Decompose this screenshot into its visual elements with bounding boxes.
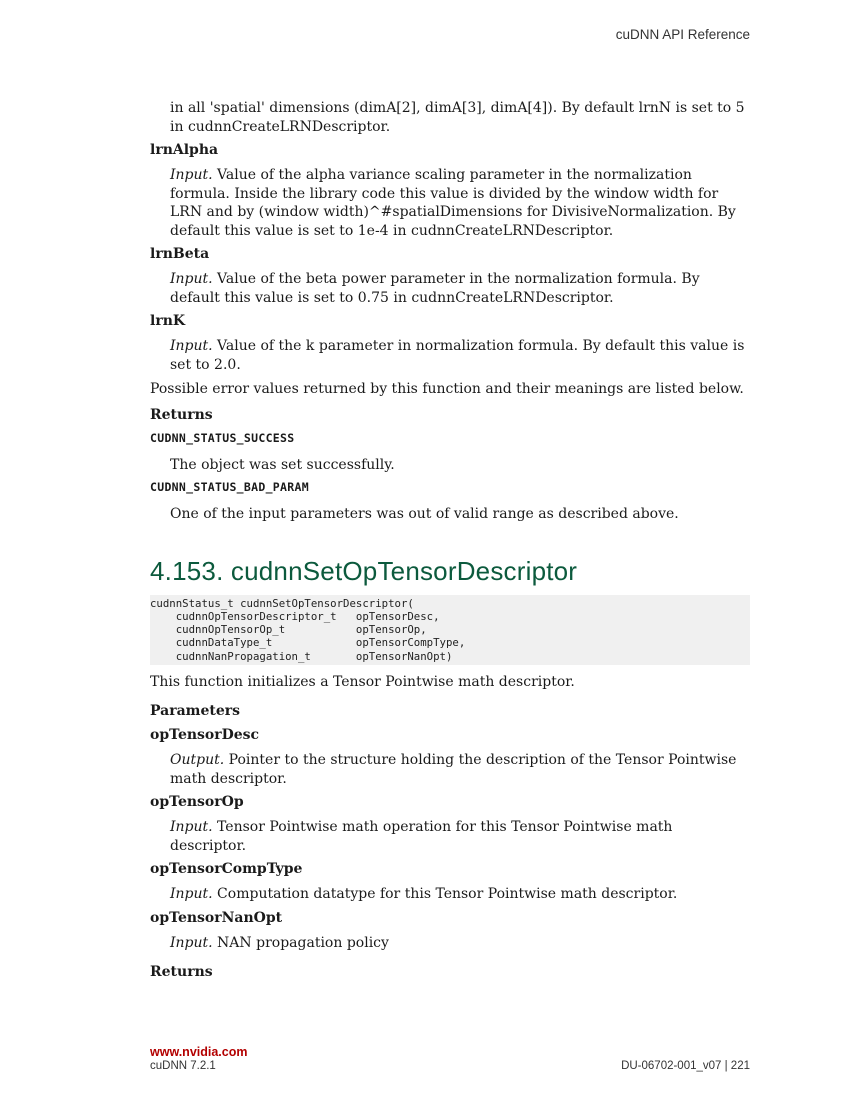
param-kind: Input. — [170, 886, 213, 903]
param-desc-opTensorOp: Input. Tensor Pointwise math operation f… — [150, 818, 750, 855]
param-kind: Input. — [170, 271, 213, 287]
parameters-label: Parameters — [150, 703, 241, 720]
returns-label: Returns — [150, 406, 213, 423]
return-desc-bad-param: One of the input parameters was out of v… — [170, 506, 679, 522]
error-values-intro: Possible error values returned by this f… — [150, 381, 744, 397]
returns-label-section: Returns — [150, 964, 213, 981]
param-desc-lrnBeta: Input. Value of the beta power parameter… — [150, 270, 750, 307]
param-desc-text: Pointer to the structure holding the des… — [170, 752, 737, 787]
section-heading: 4.153. cudnnSetOpTensorDescriptor — [150, 555, 578, 586]
param-desc-text: Value of the beta power parameter in the… — [170, 271, 700, 306]
param-desc-text: NAN propagation policy — [212, 934, 389, 951]
param-desc-lrnK: Input. Value of the k parameter in norma… — [150, 337, 750, 374]
param-name-lrnBeta: lrnBeta — [150, 246, 210, 262]
return-code-success: CUDNN_STATUS_SUCCESS — [150, 430, 295, 445]
lrnN-description-continuation: in all 'spatial' dimensions (dimA[2], di… — [170, 100, 745, 135]
param-kind: Input. — [170, 819, 213, 836]
param-kind: Output. — [170, 752, 225, 769]
footer-version: cuDNN 7.2.1 — [150, 1060, 216, 1072]
param-name-opTensorDesc: opTensorDesc — [150, 727, 260, 744]
param-name-opTensorCompType: opTensorCompType — [150, 861, 303, 878]
param-name-lrnAlpha: lrnAlpha — [150, 142, 219, 158]
param-desc-text: Value of the k parameter in normalizatio… — [170, 338, 745, 373]
return-code-bad-param: CUDNN_STATUS_BAD_PARAM — [150, 480, 309, 494]
param-desc-text: Computation datatype for this Tensor Poi… — [212, 886, 678, 903]
param-desc-lrnAlpha: Input. Value of the alpha variance scali… — [150, 166, 750, 240]
param-desc-opTensorCompType: Input. Computation datatype for this Ten… — [150, 885, 750, 904]
param-name-lrnK: lrnK — [150, 313, 186, 329]
param-desc-text: Value of the alpha variance scaling para… — [170, 167, 736, 239]
param-desc-opTensorNanOpt: Input. NAN propagation policy — [150, 934, 750, 953]
footer-doc-page-number: DU-06702-001_v07 | 221 — [621, 1060, 750, 1072]
footer-url-link[interactable]: www.nvidia.com — [150, 1045, 247, 1059]
param-desc-text: Tensor Pointwise math operation for this… — [170, 819, 673, 854]
param-name-opTensorNanOpt: opTensorNanOpt — [150, 909, 283, 926]
param-kind: Input. — [170, 934, 213, 951]
running-header-title: cuDNN API Reference — [615, 27, 750, 42]
return-desc-success: The object was set successfully. — [170, 456, 395, 473]
param-kind: Input. — [170, 338, 213, 354]
param-desc-opTensorDesc: Output. Pointer to the structure holding… — [150, 751, 750, 788]
param-name-opTensorOp: opTensorOp — [150, 794, 244, 811]
function-signature-code-block: cudnnStatus_t cudnnSetOpTensorDescriptor… — [150, 594, 750, 665]
param-kind: Input. — [170, 167, 213, 183]
function-intro: This function initializes a Tensor Point… — [150, 673, 575, 690]
page-content: in all 'spatial' dimensions (dimA[2], di… — [150, 99, 750, 988]
